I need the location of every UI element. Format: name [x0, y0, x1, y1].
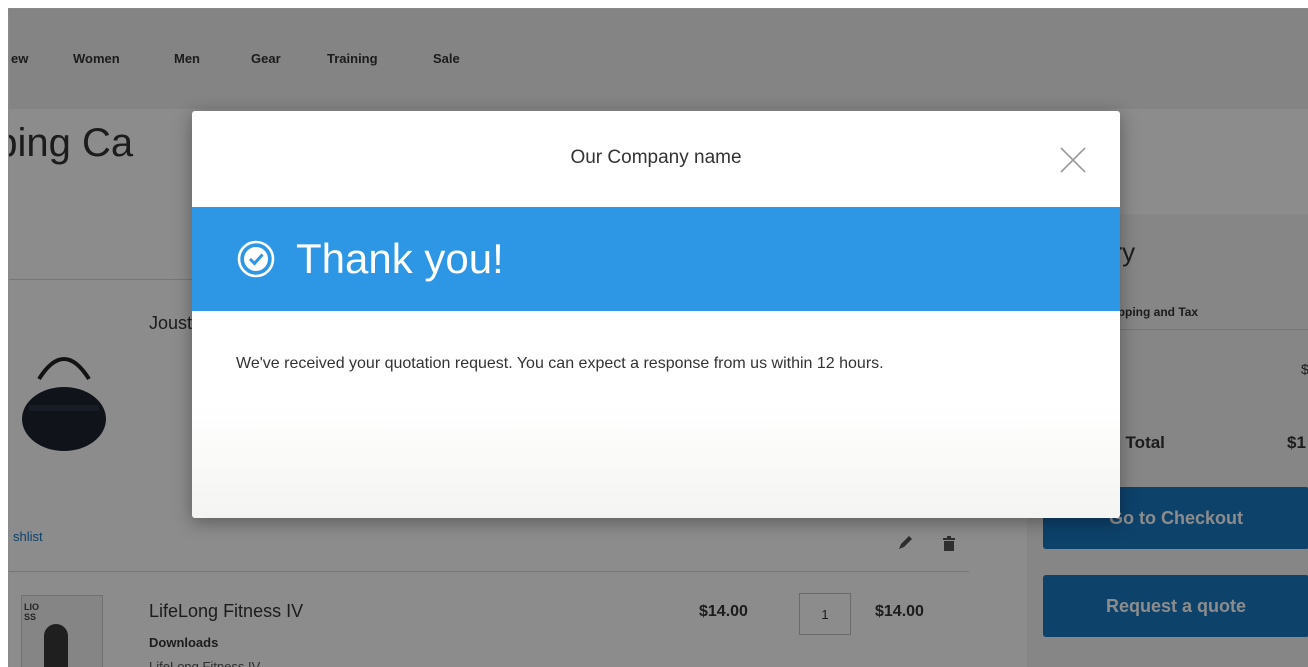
close-icon [1060, 147, 1086, 173]
confirmation-message: We've received your quotation request. Y… [236, 355, 884, 372]
modal-header: Our Company name [192, 111, 1120, 207]
close-button[interactable] [1058, 145, 1088, 175]
browser-frame: ew Women Men Gear Training Sale pping Ca… [8, 8, 1308, 667]
company-name: Our Company name [570, 147, 742, 168]
thank-you-heading: Thank you! [296, 235, 504, 282]
thank-you-banner: Thank you! [192, 207, 1120, 311]
check-circle-icon [237, 240, 275, 278]
thank-you-modal: Our Company name Thank you! We've receiv… [192, 111, 1120, 518]
